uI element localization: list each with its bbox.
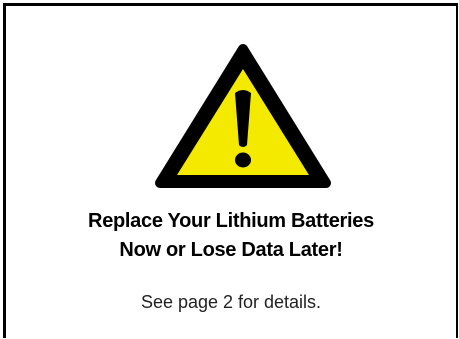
details-text: See page 2 for details. <box>140 292 322 312</box>
headline-line-1: Replace Your Lithium Batteries <box>88 210 374 232</box>
headline-line-2: Now or Lose Data Later! <box>119 239 343 261</box>
warning-triangle-icon <box>155 44 331 188</box>
notice-box: Replace Your Lithium Batteries Now or Lo… <box>3 3 458 338</box>
